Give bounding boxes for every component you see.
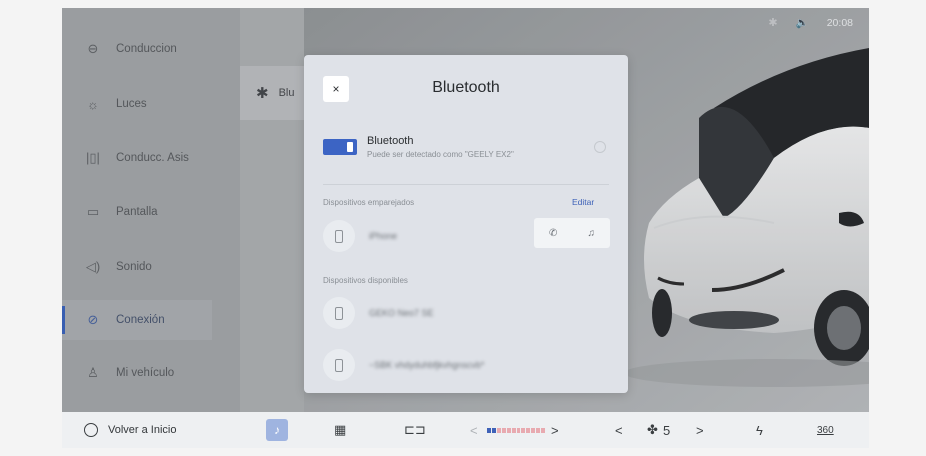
temp-decrease-icon[interactable]: <: [470, 412, 478, 448]
apps-grid-icon[interactable]: ▦: [334, 412, 346, 448]
charging-icon[interactable]: ϟ: [756, 412, 763, 448]
paired-devices-label: Dispositivos emparejados: [323, 198, 415, 207]
home-icon: [84, 423, 98, 437]
bluetooth-toggle-label: Bluetooth: [367, 135, 414, 147]
fan-increase-icon[interactable]: >: [696, 412, 704, 448]
bluetooth-dialog: × Bluetooth Bluetooth Puede ser detectad…: [304, 55, 628, 393]
seat-icon[interactable]: ⊏⊐: [404, 412, 426, 448]
loading-spinner-icon: [594, 141, 606, 153]
dialog-title: Bluetooth: [432, 79, 500, 96]
phone-icon: [323, 297, 355, 329]
device-actions: ✆ ♫: [534, 218, 610, 248]
device-name: iPhone: [369, 231, 398, 241]
divider: [323, 184, 609, 185]
fan-decrease-icon[interactable]: <: [615, 412, 623, 448]
fan-icon: ✤: [647, 422, 658, 437]
available-device-row[interactable]: ~SBK vhdyduhbfjkvhgnscvb*: [323, 347, 609, 383]
phone-call-icon[interactable]: ✆: [549, 228, 557, 239]
fan-speed: 5: [663, 422, 671, 438]
temp-increase-icon[interactable]: >: [551, 412, 559, 448]
available-device-row[interactable]: GEKO Neo7 SE: [323, 295, 609, 331]
music-note-icon[interactable]: ♫: [587, 228, 595, 239]
bottom-dock: Volver a Inicio ♪ ▦ ⊏⊐ < > < ✤ 5 > ϟ 360: [62, 412, 869, 448]
discoverable-text: Puede ser detectado como "GEELY EX2": [367, 150, 514, 159]
temperature-slider[interactable]: [487, 428, 546, 433]
home-button[interactable]: Volver a Inicio: [84, 412, 176, 448]
toggle-knob: [347, 142, 353, 152]
device-name: ~SBK vhdyduhbfjkvhgnscvb*: [369, 360, 485, 370]
phone-icon: [323, 220, 355, 252]
available-devices-label: Dispositivos disponibles: [323, 276, 408, 285]
phone-icon: [323, 349, 355, 381]
edit-button[interactable]: Editar: [572, 197, 594, 207]
head-unit-screen: ✱ 🔈 20:08 ⊖ Conduccion ☼ Luces |▯| Condu…: [62, 8, 869, 448]
bluetooth-toggle[interactable]: [323, 139, 357, 155]
home-label: Volver a Inicio: [108, 424, 177, 436]
device-name: GEKO Neo7 SE: [369, 308, 434, 318]
camera-360-button[interactable]: 360: [817, 412, 834, 448]
paired-device-row[interactable]: iPhone ✆ ♫: [323, 218, 610, 254]
music-note-icon: ♪: [274, 423, 280, 437]
music-button[interactable]: ♪: [266, 419, 288, 441]
